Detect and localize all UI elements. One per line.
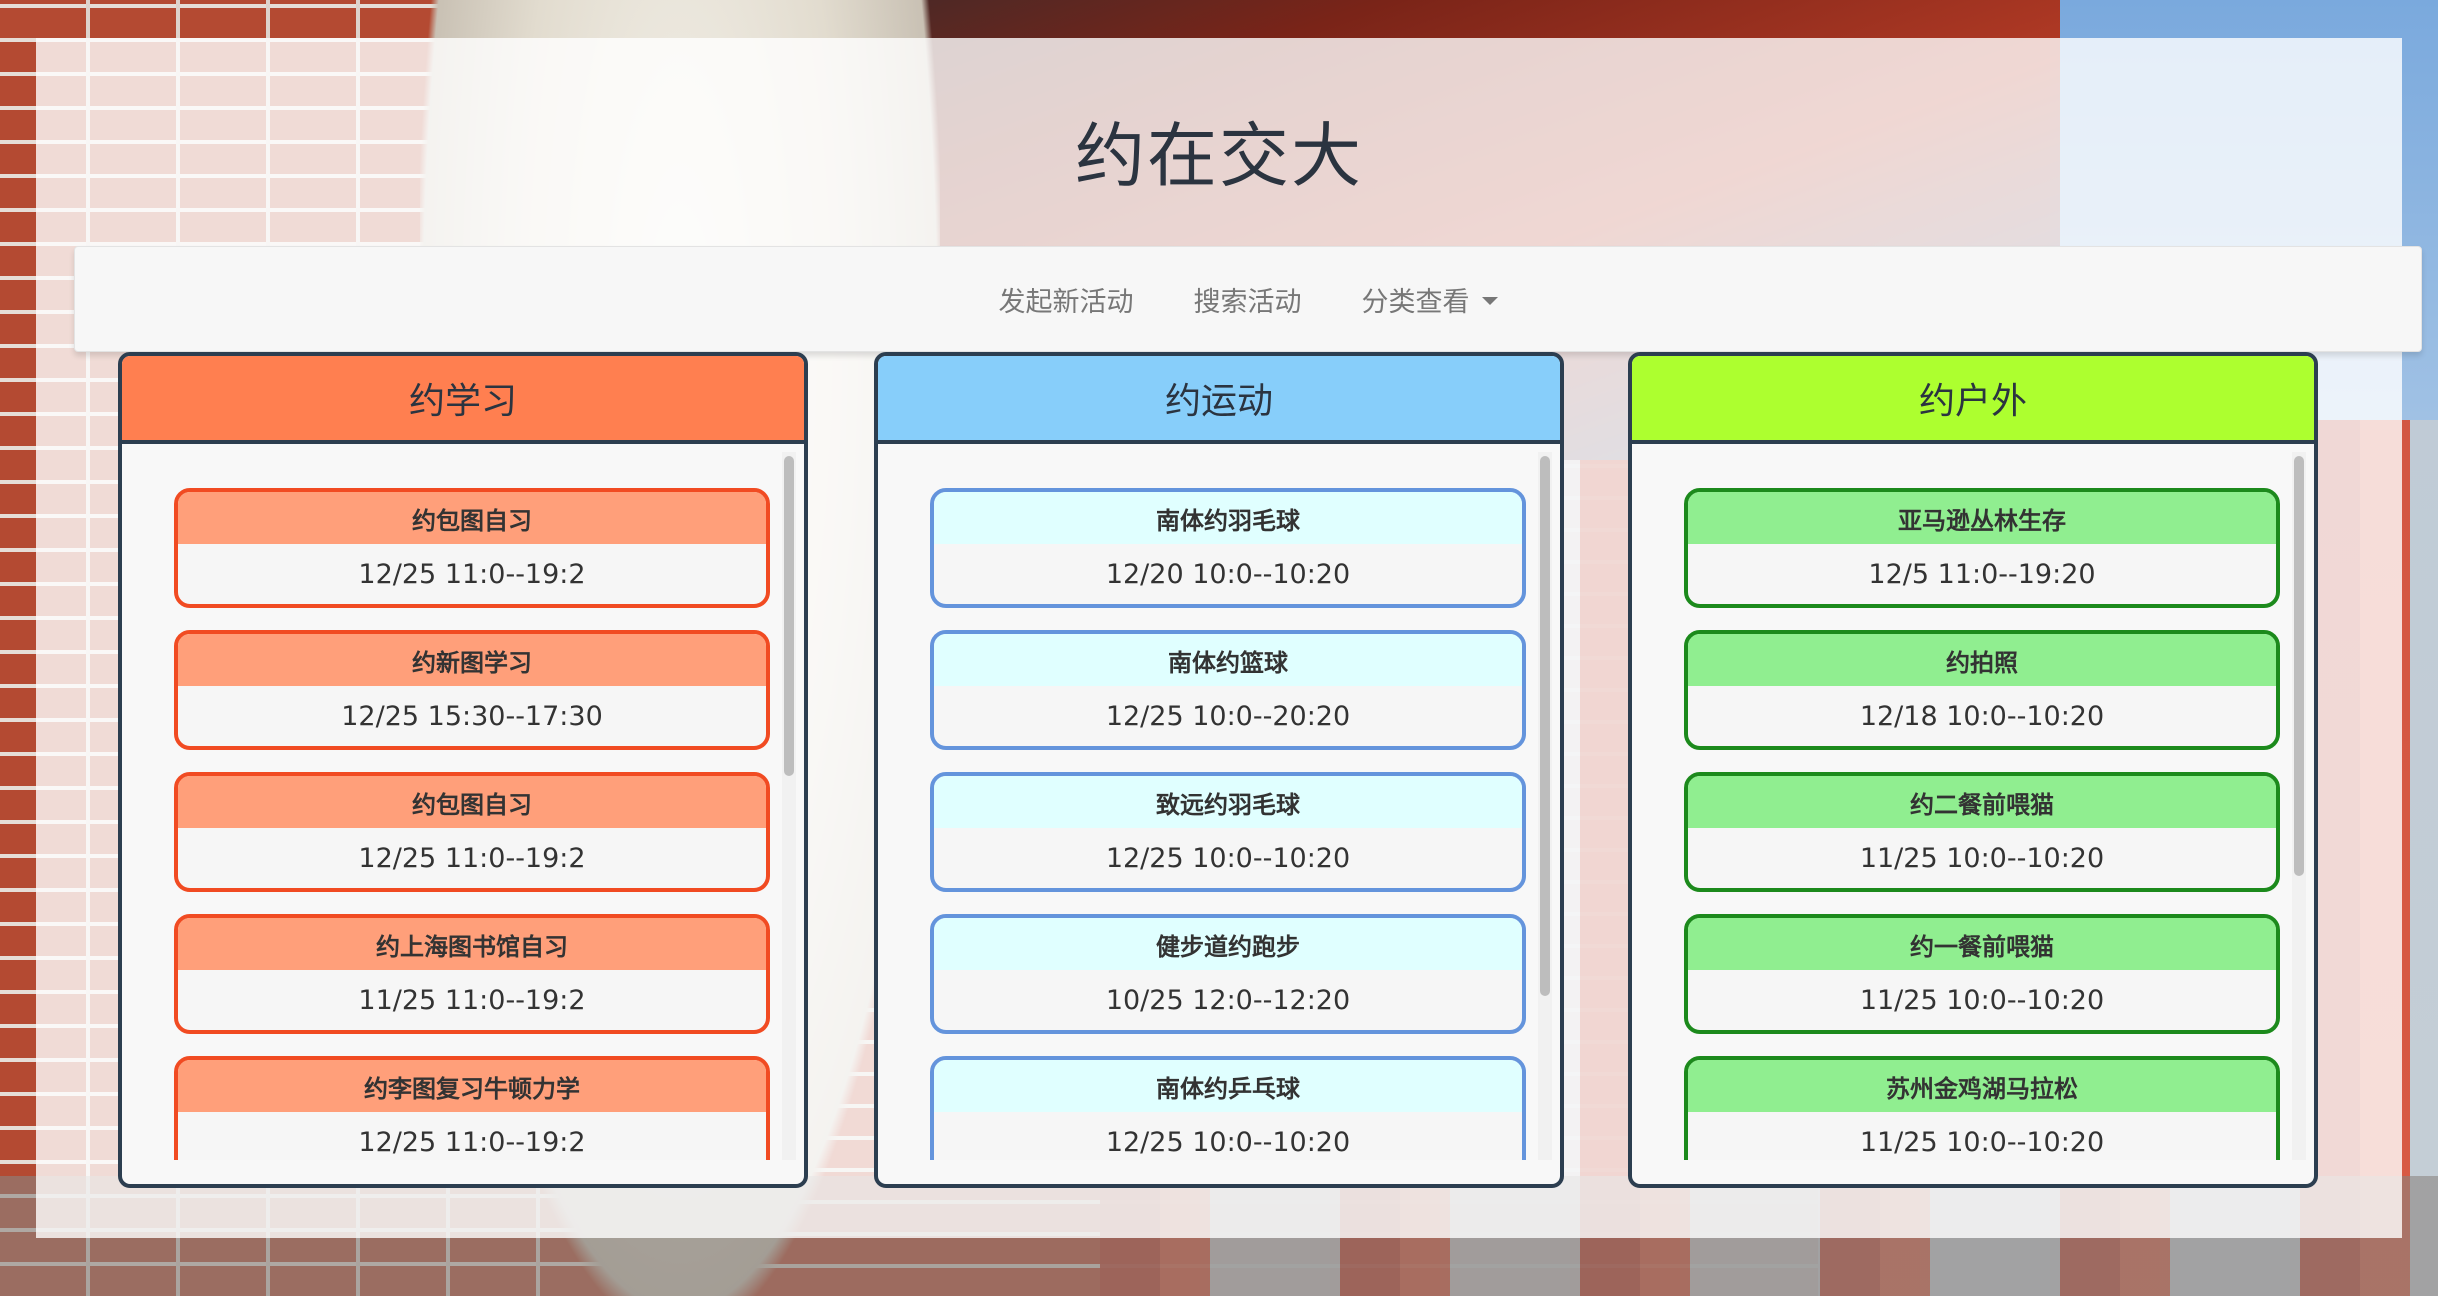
column-outdoor-scrollbar[interactable] [2292, 452, 2306, 1160]
activity-card[interactable]: 约拍照 12/18 10:0--10:20 [1684, 630, 2280, 750]
activity-card[interactable]: 健步道约跑步 10/25 12:0--12:20 [930, 914, 1526, 1034]
activity-name: 南体约羽毛球 [934, 492, 1522, 544]
activity-time: 12/18 10:0--10:20 [1859, 700, 2105, 732]
activity-time: 11/25 10:0--10:20 [1859, 842, 2105, 874]
nav-category-dropdown[interactable]: 分类查看 [1332, 280, 1528, 319]
activity-time: 11/25 11:0--19:2 [358, 984, 586, 1016]
activity-time: 12/25 11:0--19:2 [358, 842, 586, 874]
scrollbar-thumb[interactable] [1540, 456, 1550, 996]
activity-time: 11/25 10:0--10:20 [1859, 1126, 2105, 1158]
activity-card[interactable]: 苏州金鸡湖马拉松 11/25 10:0--10:20 [1684, 1056, 2280, 1160]
activity-name: 约一餐前喂猫 [1688, 918, 2276, 970]
activity-time: 12/25 11:0--19:2 [358, 558, 586, 590]
activity-time: 11/25 10:0--10:20 [1859, 984, 2105, 1016]
nav-create-activity[interactable]: 发起新活动 [969, 280, 1164, 319]
activity-name: 约二餐前喂猫 [1688, 776, 2276, 828]
activity-card[interactable]: 南体约羽毛球 12/20 10:0--10:20 [930, 488, 1526, 608]
navbar: 发起新活动 搜索活动 分类查看 [74, 246, 2422, 352]
nav-search-activity[interactable]: 搜索活动 [1164, 280, 1332, 319]
activity-card[interactable]: 约包图自习 12/25 11:0--19:2 [174, 772, 770, 892]
column-study-header: 约学习 [122, 356, 804, 444]
activity-card[interactable]: 约一餐前喂猫 11/25 10:0--10:20 [1684, 914, 2280, 1034]
column-sport: 约运动 南体约羽毛球 12/20 10:0--10:20 南体约篮球 12/25… [874, 352, 1564, 1188]
activity-time: 12/25 10:0--20:20 [1105, 700, 1351, 732]
column-outdoor: 约户外 亚马逊丛林生存 12/5 11:0--19:20 约拍照 12/18 1… [1628, 352, 2318, 1188]
column-study: 约学习 约包图自习 12/25 11:0--19:2 约新图学习 12/25 1… [118, 352, 808, 1188]
column-outdoor-list[interactable]: 亚马逊丛林生存 12/5 11:0--19:20 约拍照 12/18 10:0-… [1632, 444, 2314, 1160]
activity-time: 12/25 10:0--10:20 [1105, 842, 1351, 874]
page-title: 约在交大 [1075, 115, 1363, 197]
activity-name: 健步道约跑步 [934, 918, 1522, 970]
activity-name: 南体约乒乓球 [934, 1060, 1522, 1112]
activity-name: 南体约篮球 [934, 634, 1522, 686]
activity-card[interactable]: 约二餐前喂猫 11/25 10:0--10:20 [1684, 772, 2280, 892]
activity-name: 致远约羽毛球 [934, 776, 1522, 828]
activity-name: 约包图自习 [178, 776, 766, 828]
activity-name: 约新图学习 [178, 634, 766, 686]
activity-time: 12/25 10:0--10:20 [1105, 1126, 1351, 1158]
column-outdoor-header: 约户外 [1632, 356, 2314, 444]
column-sport-header: 约运动 [878, 356, 1560, 444]
scrollbar-thumb[interactable] [784, 456, 794, 776]
column-study-list[interactable]: 约包图自习 12/25 11:0--19:2 约新图学习 12/25 15:30… [122, 444, 804, 1160]
activity-card[interactable]: 约上海图书馆自习 11/25 11:0--19:2 [174, 914, 770, 1034]
activity-time: 12/5 11:0--19:20 [1868, 558, 2096, 590]
activity-time: 12/25 15:30--17:30 [341, 700, 603, 732]
scrollbar-thumb[interactable] [2294, 456, 2304, 876]
nav-category-label: 分类查看 [1361, 286, 1470, 318]
activity-name: 亚马逊丛林生存 [1688, 492, 2276, 544]
activity-card[interactable]: 约包图自习 12/25 11:0--19:2 [174, 488, 770, 608]
nav-list: 发起新活动 搜索活动 分类查看 [75, 247, 2421, 351]
activity-card[interactable]: 约新图学习 12/25 15:30--17:30 [174, 630, 770, 750]
activity-card[interactable]: 亚马逊丛林生存 12/5 11:0--19:20 [1684, 488, 2280, 608]
caret-down-icon [1481, 297, 1498, 305]
column-sport-scrollbar[interactable] [1538, 452, 1552, 1160]
activity-time: 12/20 10:0--10:20 [1105, 558, 1351, 590]
activity-card[interactable]: 南体约乒乓球 12/25 10:0--10:20 [930, 1056, 1526, 1160]
activity-card[interactable]: 致远约羽毛球 12/25 10:0--10:20 [930, 772, 1526, 892]
activity-time: 10/25 12:0--12:20 [1105, 984, 1351, 1016]
activity-name: 约包图自习 [178, 492, 766, 544]
activity-name: 约上海图书馆自习 [178, 918, 766, 970]
activity-card[interactable]: 南体约篮球 12/25 10:0--20:20 [930, 630, 1526, 750]
activity-name: 苏州金鸡湖马拉松 [1688, 1060, 2276, 1112]
activity-name: 约拍照 [1688, 634, 2276, 686]
column-study-scrollbar[interactable] [782, 452, 796, 1160]
column-sport-list[interactable]: 南体约羽毛球 12/20 10:0--10:20 南体约篮球 12/25 10:… [878, 444, 1560, 1160]
activity-time: 12/25 11:0--19:2 [358, 1126, 586, 1158]
activity-name: 约李图复习牛顿力学 [178, 1060, 766, 1112]
activity-card[interactable]: 约李图复习牛顿力学 12/25 11:0--19:2 [174, 1056, 770, 1160]
